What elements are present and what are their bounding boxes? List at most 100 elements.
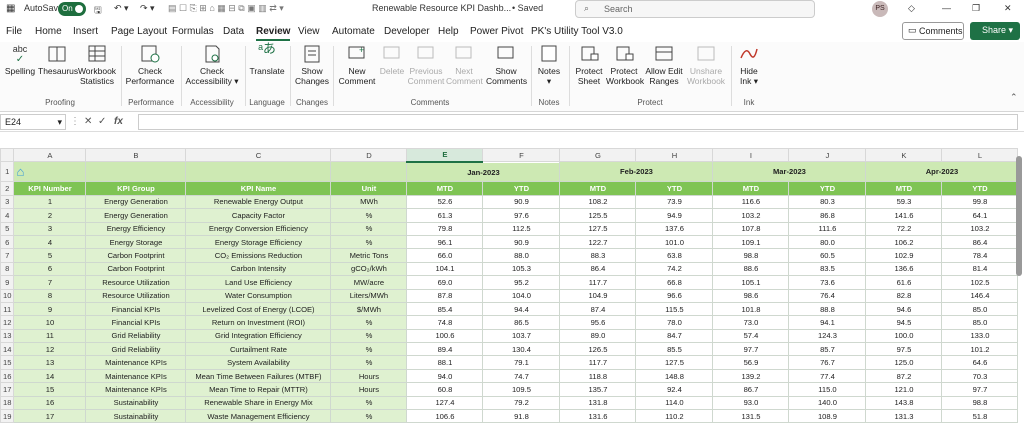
ytd-value-cell[interactable]: 111.6 xyxy=(788,221,867,236)
tab-data[interactable]: Data xyxy=(223,26,244,37)
search-input[interactable]: ⌕ Search xyxy=(575,0,815,18)
mtd-value-cell[interactable]: 60.8 xyxy=(406,382,484,397)
tab-page-layout[interactable]: Page Layout xyxy=(111,26,167,37)
mtd-value-cell[interactable]: 127.5 xyxy=(559,221,637,236)
kpi-name-header[interactable]: KPI Name xyxy=(185,181,332,196)
column-header-b[interactable]: B xyxy=(85,148,187,163)
row-header[interactable]: 16 xyxy=(0,368,15,384)
row-header[interactable]: 17 xyxy=(0,382,15,397)
tab-utility-tool[interactable]: PK's Utility Tool V3.0 xyxy=(531,26,623,37)
mtd-value-cell[interactable]: 61.6 xyxy=(865,275,943,290)
mtd-value-cell[interactable]: 93.0 xyxy=(712,395,790,411)
mtd-value-cell[interactable]: 141.6 xyxy=(865,208,943,223)
mtd-value-cell[interactable]: 127.4 xyxy=(406,395,484,411)
mtd-value-cell[interactable]: 88.6 xyxy=(712,261,790,277)
ytd-header[interactable]: YTD xyxy=(482,181,561,196)
unit-cell[interactable]: % xyxy=(330,328,408,344)
kpi-name-cell[interactable]: Levelized Cost of Energy (LCOE) xyxy=(185,301,332,317)
ytd-value-cell[interactable]: 74.2 xyxy=(635,261,714,277)
kpi-group-cell[interactable]: Maintenance KPIs xyxy=(85,382,187,397)
ytd-value-cell[interactable]: 90.9 xyxy=(482,194,561,210)
column-header-e[interactable]: E xyxy=(406,148,484,163)
mtd-value-cell[interactable]: 109.1 xyxy=(712,234,790,250)
ytd-value-cell[interactable]: 127.5 xyxy=(635,355,714,370)
ytd-value-cell[interactable]: 80.0 xyxy=(788,234,867,250)
mtd-value-cell[interactable]: 88.1 xyxy=(406,355,484,370)
mtd-header[interactable]: MTD xyxy=(712,181,790,196)
kpi-number-cell[interactable]: 8 xyxy=(13,288,87,303)
tab-review[interactable]: Review xyxy=(256,26,291,41)
mtd-value-cell[interactable]: 131.3 xyxy=(865,409,943,424)
ytd-value-cell[interactable]: 110.2 xyxy=(635,409,714,424)
mtd-header[interactable]: MTD xyxy=(559,181,637,196)
ytd-value-cell[interactable]: 86.5 xyxy=(482,315,561,330)
protect-sheet-button[interactable]: Protect Sheet xyxy=(572,44,606,86)
row-header[interactable]: 4 xyxy=(0,208,15,223)
mtd-value-cell[interactable]: 135.7 xyxy=(559,382,637,397)
kpi-group-header[interactable]: KPI Group xyxy=(85,181,187,196)
ytd-value-cell[interactable]: 76.4 xyxy=(788,288,867,303)
kpi-group-cell[interactable]: Financial KPIs xyxy=(85,315,187,330)
ytd-value-cell[interactable]: 90.9 xyxy=(482,234,561,250)
autosave-toggle[interactable]: On xyxy=(58,2,86,16)
unit-header[interactable]: Unit xyxy=(330,181,408,196)
mtd-value-cell[interactable]: 100.6 xyxy=(406,328,484,344)
kpi-name-cell[interactable]: Grid Integration Efficiency xyxy=(185,328,332,344)
kpi-group-cell[interactable]: Grid Reliability xyxy=(85,342,187,357)
kpi-name-cell[interactable]: Renewable Energy Output xyxy=(185,194,332,210)
show-comments-button[interactable]: Show Comments xyxy=(486,44,527,86)
mtd-value-cell[interactable]: 106.2 xyxy=(865,234,943,250)
kpi-group-cell[interactable]: Financial KPIs xyxy=(85,301,187,317)
mtd-value-cell[interactable]: 72.2 xyxy=(865,221,943,236)
kpi-number-cell[interactable]: 7 xyxy=(13,275,87,290)
kpi-group-cell[interactable]: Resource Utilization xyxy=(85,288,187,303)
mtd-value-cell[interactable]: 86.4 xyxy=(559,261,637,277)
ytd-value-cell[interactable]: 112.5 xyxy=(482,221,561,236)
check-performance-button[interactable]: Check Performance xyxy=(125,44,175,86)
ytd-value-cell[interactable]: 78.0 xyxy=(635,315,714,330)
row-header[interactable]: 19 xyxy=(0,409,15,424)
enter-icon[interactable]: ✓ xyxy=(98,116,106,127)
kpi-name-cell[interactable]: Return on Investment (ROI) xyxy=(185,315,332,330)
kpi-group-cell[interactable]: Sustainability xyxy=(85,395,187,411)
kpi-number-cell[interactable]: 12 xyxy=(13,342,87,357)
previous-comment-button[interactable]: Previous Comment xyxy=(407,44,445,86)
mtd-value-cell[interactable]: 107.8 xyxy=(712,221,790,236)
redo-icon[interactable]: ↷ ▾ xyxy=(140,3,155,14)
mtd-value-cell[interactable]: 143.8 xyxy=(865,395,943,411)
mtd-value-cell[interactable]: 97.5 xyxy=(865,342,943,357)
unit-cell[interactable]: % xyxy=(330,221,408,236)
name-box[interactable]: E24 ▾ xyxy=(0,114,66,130)
row-header[interactable]: 7 xyxy=(0,248,15,263)
ytd-value-cell[interactable]: 66.8 xyxy=(635,275,714,290)
month-header-jan[interactable]: Jan-2023 xyxy=(406,161,561,183)
ytd-value-cell[interactable]: 109.5 xyxy=(482,382,561,397)
mtd-value-cell[interactable]: 125.0 xyxy=(865,355,943,370)
mtd-value-cell[interactable]: 95.6 xyxy=(559,315,637,330)
mtd-value-cell[interactable]: 117.7 xyxy=(559,275,637,290)
kpi-number-cell[interactable]: 16 xyxy=(13,395,87,411)
mtd-value-cell[interactable]: 98.6 xyxy=(712,288,790,303)
ytd-value-cell[interactable]: 115.0 xyxy=(788,382,867,397)
ytd-value-cell[interactable]: 101.0 xyxy=(635,234,714,250)
ytd-value-cell[interactable]: 98.8 xyxy=(941,395,1019,411)
row-header[interactable]: 5 xyxy=(0,221,15,236)
ytd-value-cell[interactable]: 85.7 xyxy=(788,342,867,357)
mtd-value-cell[interactable]: 57.4 xyxy=(712,328,790,344)
ytd-value-cell[interactable]: 130.4 xyxy=(482,342,561,357)
mtd-value-cell[interactable]: 74.8 xyxy=(406,315,484,330)
ytd-value-cell[interactable]: 114.0 xyxy=(635,395,714,411)
home-icon[interactable]: ⌂ xyxy=(16,164,24,179)
month-header-feb[interactable]: Feb-2023 xyxy=(559,161,714,183)
column-header-g[interactable]: G xyxy=(559,148,637,163)
mtd-value-cell[interactable]: 116.6 xyxy=(712,194,790,210)
kpi-group-cell[interactable]: Energy Generation xyxy=(85,208,187,223)
unshare-workbook-button[interactable]: Unshare Workbook xyxy=(685,44,727,86)
mtd-value-cell[interactable]: 94.0 xyxy=(406,368,484,384)
unit-cell[interactable]: % xyxy=(330,409,408,424)
kpi-number-cell[interactable]: 10 xyxy=(13,315,87,330)
ytd-value-cell[interactable]: 105.3 xyxy=(482,261,561,277)
unit-cell[interactable]: % xyxy=(330,395,408,411)
ytd-value-cell[interactable]: 94.4 xyxy=(482,301,561,317)
mtd-value-cell[interactable]: 103.2 xyxy=(712,208,790,223)
